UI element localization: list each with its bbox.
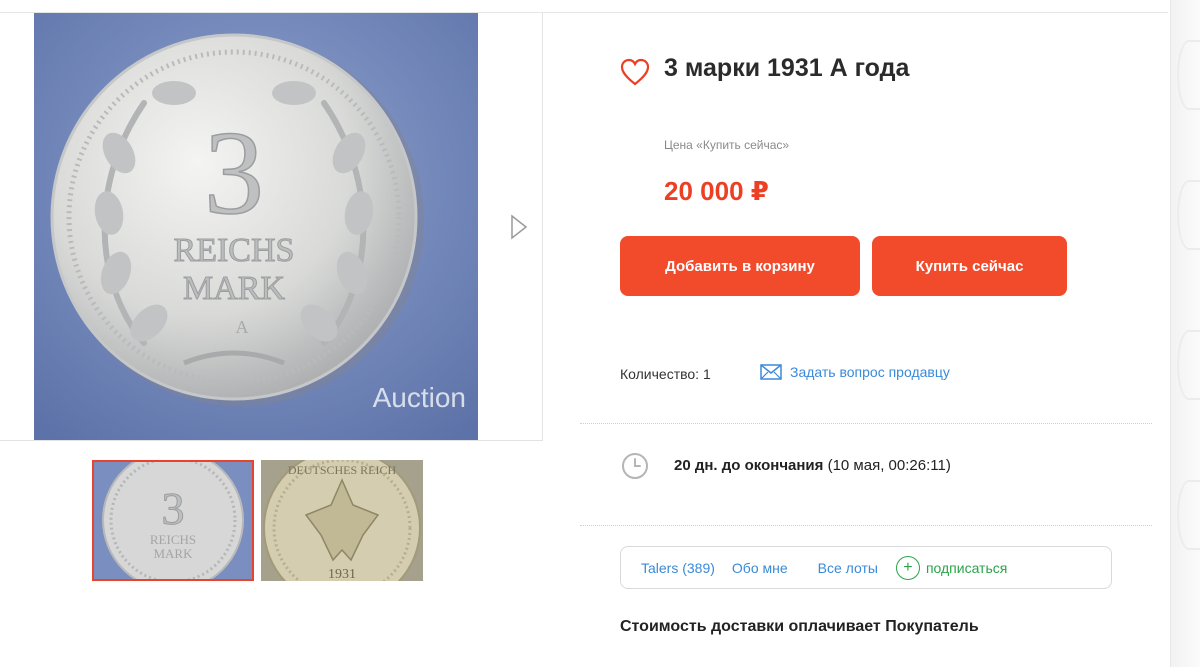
svg-text:DEUTSCHES REICH: DEUTSCHES REICH — [288, 463, 397, 477]
main-photo[interactable]: 3 REICHS MARK A Auction — [34, 13, 478, 440]
coin-text-mark: MARK — [183, 270, 285, 307]
prev-arrow-edge[interactable] — [0, 214, 4, 240]
time-remaining: 20 дн. до окончания — [674, 457, 824, 474]
svg-text:REICHS: REICHS — [150, 532, 196, 547]
buy-now-button[interactable]: Купить сейчас — [872, 236, 1067, 296]
coin-mint-mark: A — [236, 317, 249, 337]
product-title: 3 марки 1931 А года — [664, 54, 910, 82]
svg-text:3: 3 — [162, 483, 185, 534]
ask-seller-label: Задать вопрос продавцу — [790, 364, 950, 380]
subscribe-label: подписаться — [925, 559, 1008, 576]
auction-timer: 20 дн. до окончания (10 мая, 00:26:11) — [674, 457, 951, 474]
heart-icon[interactable] — [620, 58, 650, 86]
price-label: Цена «Купить сейчас» — [664, 138, 790, 152]
subscribe-button[interactable]: + подписаться — [895, 555, 1008, 580]
divider — [580, 423, 1152, 424]
coin-image: 3 REICHS MARK A — [34, 13, 478, 440]
clock-icon — [621, 452, 649, 480]
quantity-label: Количество: 1 — [620, 366, 711, 382]
add-to-cart-button[interactable]: Добавить в корзину — [620, 236, 860, 296]
seller-name-link[interactable]: Talers (389) — [641, 560, 715, 576]
coin-denomination: 3 — [204, 106, 264, 239]
price-value: 20 000 ₽ — [664, 176, 769, 206]
expand-icon[interactable] — [477, 36, 519, 78]
coin-text-reichs: REICHS — [174, 232, 295, 269]
all-lots-link[interactable]: Все лоты — [818, 560, 878, 576]
plus-circle-icon: + — [895, 555, 920, 580]
svg-text:MARK: MARK — [153, 546, 193, 561]
divider — [580, 525, 1152, 526]
about-seller-link[interactable]: Обо мне — [732, 560, 788, 576]
delivery-note: Стоимость доставки оплачивает Покупатель — [620, 618, 979, 635]
thumbnail-reverse[interactable]: DEUTSCHES REICH 1931 — [261, 460, 423, 581]
chevron-right-icon[interactable] — [509, 214, 529, 240]
end-time: (10 мая, 00:26:11) — [827, 457, 951, 474]
thumbnail-obverse[interactable]: 3 REICHS MARK — [92, 460, 254, 581]
svg-text:1931: 1931 — [328, 567, 356, 581]
seller-bar: Talers (389) Обо мне Все лоты + подписат… — [620, 546, 1112, 589]
mail-icon — [760, 364, 782, 380]
watermark: Auction — [372, 382, 466, 413]
decorative-side-strip — [1170, 0, 1200, 667]
ask-seller-link[interactable]: Задать вопрос продавцу — [760, 364, 950, 380]
